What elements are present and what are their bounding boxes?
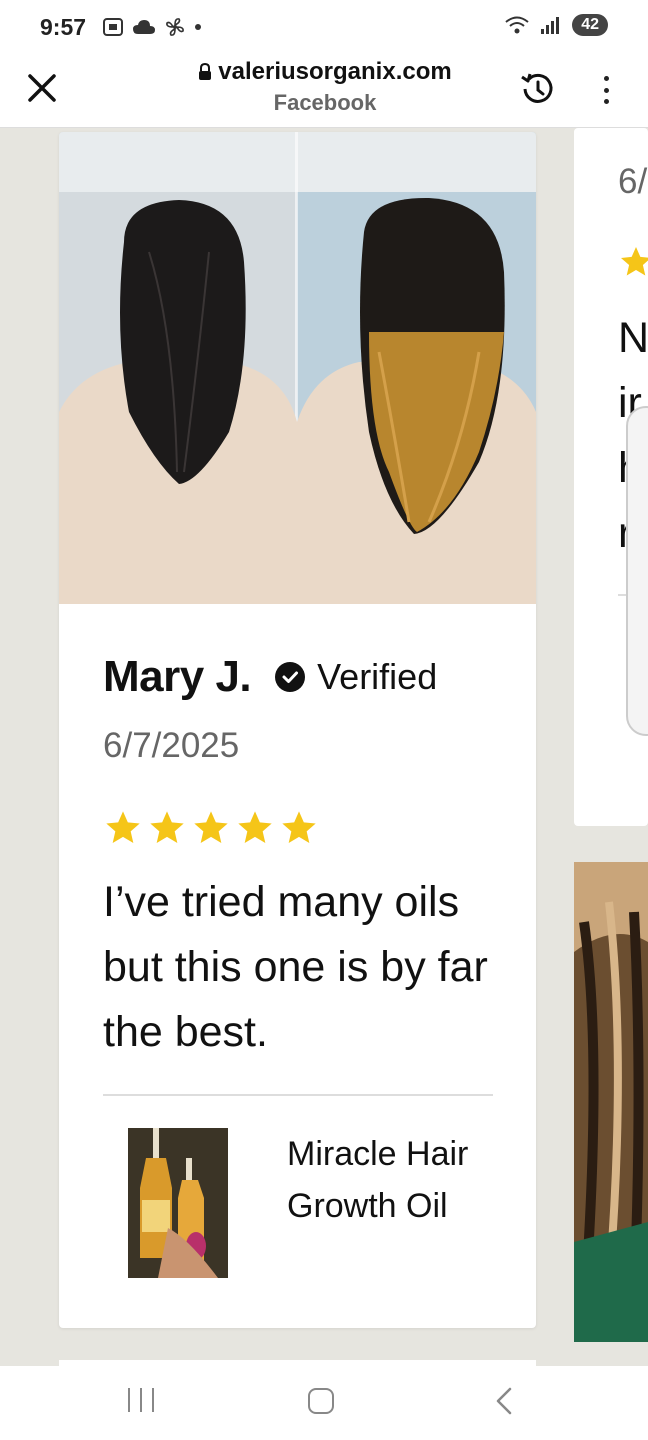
battery-indicator: 42 bbox=[572, 14, 608, 36]
star-icon bbox=[150, 811, 184, 843]
checkmark-circle-icon bbox=[275, 662, 306, 692]
url-source: Facebook bbox=[273, 90, 377, 115]
url-text: valeriusorganix.com bbox=[218, 58, 452, 85]
reviewer-name: Mary J. bbox=[103, 652, 252, 701]
reviewer-row: Mary J. Verified bbox=[103, 652, 437, 702]
star-icon bbox=[621, 247, 648, 276]
side-product-popup[interactable] bbox=[626, 406, 648, 736]
url-line: valeriusorganix.com bbox=[198, 58, 452, 86]
url-block[interactable]: valeriusorganix.com Facebook bbox=[160, 58, 490, 116]
cloud-icon bbox=[133, 20, 155, 34]
status-system-icons: 42 bbox=[504, 14, 608, 36]
system-navigation-bar bbox=[0, 1366, 648, 1440]
braided-hair-image bbox=[574, 862, 648, 1342]
side-review-photo[interactable] bbox=[574, 862, 648, 1342]
review-card: Mary J. Verified 6/7/2025 I’ve tried man… bbox=[59, 132, 536, 1328]
screenshot-icon bbox=[103, 18, 123, 36]
review-date: 6/7/2025 bbox=[103, 726, 240, 765]
wifi-icon bbox=[505, 16, 529, 34]
product-name[interactable]: Miracle Hair Growth Oil bbox=[287, 1128, 507, 1232]
history-icon[interactable] bbox=[516, 68, 558, 110]
home-icon[interactable] bbox=[308, 1388, 334, 1414]
star-icon bbox=[194, 811, 228, 843]
close-icon[interactable] bbox=[24, 70, 60, 106]
product-thumbnail[interactable] bbox=[128, 1128, 228, 1278]
star-icon bbox=[238, 811, 272, 843]
star-icon bbox=[282, 811, 316, 843]
signal-icon bbox=[541, 17, 560, 34]
verified-badge: Verified bbox=[275, 656, 437, 698]
star-rating bbox=[103, 808, 319, 848]
side-review-card: 6/ N ir h r bbox=[574, 128, 648, 826]
star-icon bbox=[106, 811, 140, 843]
status-bar: 9:57 42 bbox=[0, 0, 648, 56]
browser-toolbar: valeriusorganix.com Facebook bbox=[0, 56, 648, 128]
side-review-date: 6/ bbox=[618, 162, 648, 201]
status-notification-icons bbox=[102, 16, 202, 38]
status-time: 9:57 bbox=[40, 14, 87, 40]
verified-label: Verified bbox=[317, 656, 438, 697]
review-photo[interactable] bbox=[59, 132, 536, 604]
review-text: I’ve tried many oils but this one is by … bbox=[103, 878, 488, 1056]
lock-icon bbox=[199, 63, 212, 80]
more-options-icon[interactable] bbox=[592, 72, 620, 108]
dot-icon bbox=[195, 24, 201, 30]
back-icon[interactable] bbox=[492, 1386, 516, 1416]
pinwheel-icon bbox=[166, 18, 184, 36]
before-after-hair-image bbox=[59, 132, 536, 604]
recent-apps-icon[interactable] bbox=[128, 1388, 154, 1412]
divider bbox=[103, 1094, 493, 1096]
